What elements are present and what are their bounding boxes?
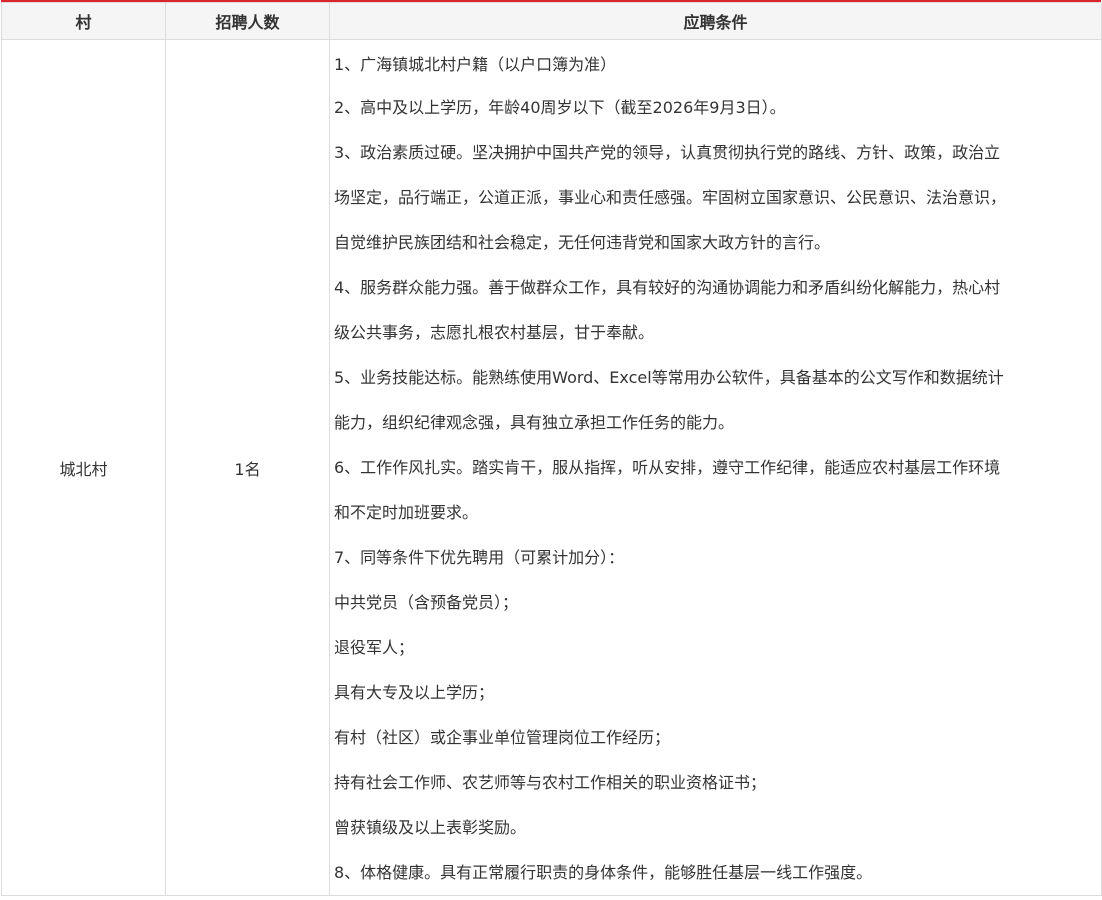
condition-line-2: 2、高中及以上学历，年龄40周岁以下（截至2026年9月3日）。 bbox=[334, 98, 786, 117]
table-header-row: 村 招聘人数 应聘条件 bbox=[1, 2, 1102, 40]
condition-line-19: 8、体格健康。具有正常履行职责的身体条件，能够胜任基层一线工作强度。 bbox=[334, 863, 873, 882]
header-recruit-count: 招聘人数 bbox=[165, 2, 330, 40]
header-village: 村 bbox=[1, 2, 166, 40]
condition-line-4: 场坚定，品行端正，公道正派，事业心和责任感强。牢固树立国家意识、公民意识、法治意… bbox=[334, 188, 1007, 207]
condition-line-14: 退役军人； bbox=[334, 638, 415, 657]
condition-line-11: 和不定时加班要求。 bbox=[334, 503, 479, 522]
condition-line-1: 1、广海镇城北村户籍（以户口簿为准） bbox=[334, 55, 617, 74]
cell-village: 城北村 bbox=[1, 39, 166, 896]
condition-line-17: 持有社会工作师、农艺师等与农村工作相关的职业资格证书； bbox=[334, 773, 767, 792]
recruitment-table-container: 村 招聘人数 应聘条件 城北村 1名 1、广海镇城北村户籍（以户口簿为准） 2、… bbox=[1, 0, 1102, 896]
condition-line-10: 6、工作作风扎实。踏实肯干，服从指挥，听从安排，遵守工作纪律，能适应农村基层工作… bbox=[334, 458, 1001, 477]
condition-line-5: 自觉维护民族团结和社会稳定，无任何违背党和国家大政方针的言行。 bbox=[334, 233, 831, 252]
condition-line-3: 3、政治素质过硬。坚决拥护中国共产党的领导，认真贯彻执行党的路线、方针、政策，政… bbox=[334, 143, 1001, 162]
condition-line-7: 级公共事务，志愿扎根农村基层，甘于奉献。 bbox=[334, 323, 655, 342]
condition-line-16: 有村（社区）或企事业单位管理岗位工作经历； bbox=[334, 728, 671, 747]
recruitment-table: 村 招聘人数 应聘条件 城北村 1名 1、广海镇城北村户籍（以户口簿为准） 2、… bbox=[1, 2, 1102, 896]
condition-line-8: 5、业务技能达标。能熟练使用Word、Excel等常用办公软件，具备基本的公文写… bbox=[334, 368, 1004, 387]
condition-line-6: 4、服务群众能力强。善于做群众工作，具有较好的沟通协调能力和矛盾纠纷化解能力，热… bbox=[334, 278, 1001, 297]
condition-line-12: 7、同等条件下优先聘用（可累计加分）： bbox=[334, 548, 625, 567]
condition-line-18: 曾获镇级及以上表彰奖励。 bbox=[334, 818, 527, 837]
table-row: 城北村 1名 1、广海镇城北村户籍（以户口簿为准） 2、高中及以上学历，年龄40… bbox=[1, 39, 1102, 896]
cell-recruit-count: 1名 bbox=[165, 39, 330, 896]
header-conditions: 应聘条件 bbox=[329, 2, 1102, 40]
cell-conditions: 1、广海镇城北村户籍（以户口簿为准） 2、高中及以上学历，年龄40周岁以下（截至… bbox=[329, 39, 1102, 896]
condition-line-15: 具有大专及以上学历； bbox=[334, 683, 495, 702]
condition-line-9: 能力，组织纪律观念强，具有独立承担工作任务的能力。 bbox=[334, 413, 735, 432]
condition-line-13: 中共党员（含预备党员）； bbox=[334, 593, 519, 612]
